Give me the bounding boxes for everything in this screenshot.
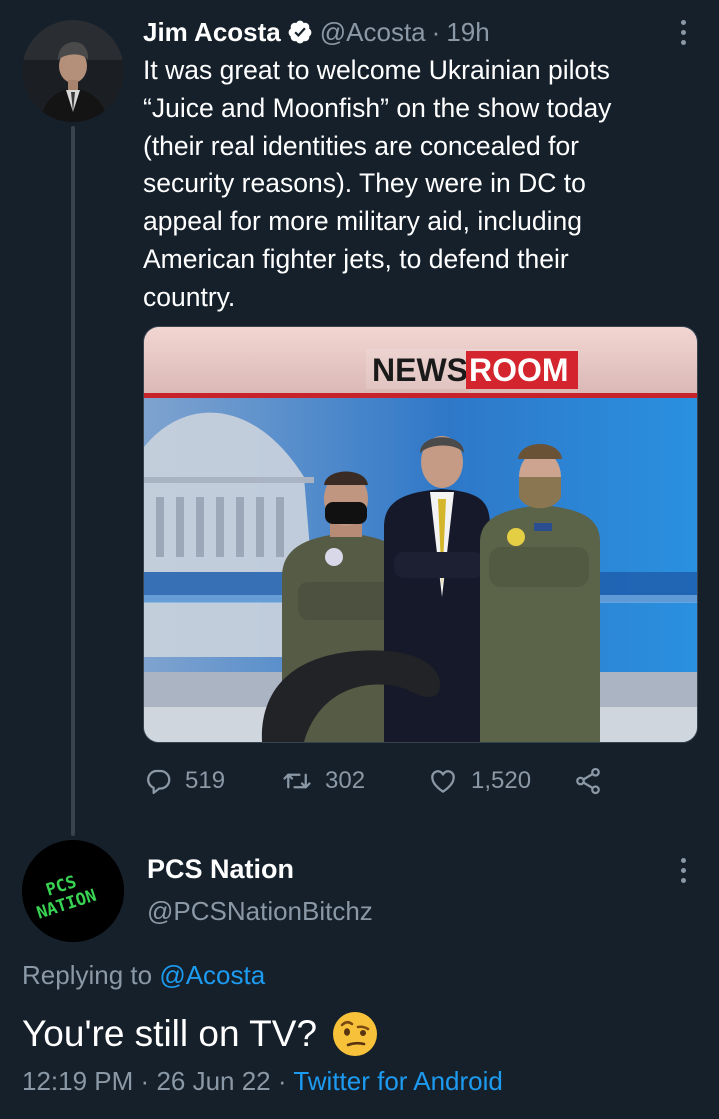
retweet-icon	[281, 766, 313, 796]
reply-more-vertical-icon[interactable]	[673, 852, 693, 888]
reply-count: 519	[185, 767, 226, 794]
tweet-meta: 12:19 PM · 26 Jun 22 · Twitter for Andro…	[22, 1066, 503, 1097]
tweet-text: It was great to welcome Ukrainian pilots…	[143, 55, 612, 312]
reply-time[interactable]: 12:19 PM	[22, 1066, 133, 1096]
meta-separator: ·	[277, 1066, 287, 1096]
share-icon	[573, 766, 603, 796]
retweet-button[interactable]: 302	[281, 766, 427, 796]
author-avatar[interactable]	[22, 20, 124, 122]
reply-text-content: You're still on TV?	[22, 1013, 318, 1054]
replying-prefix: Replying to	[22, 960, 153, 990]
sign-news-text: NEWS	[372, 352, 468, 388]
reply-date[interactable]: 26 Jun 22	[156, 1066, 270, 1096]
tweet-actions: 519 302 1,520	[143, 760, 623, 802]
retweet-count: 302	[325, 767, 366, 794]
reply-icon	[143, 766, 173, 796]
author-name[interactable]: Jim Acosta	[143, 17, 281, 48]
tweet-time[interactable]: 19h	[446, 17, 489, 48]
more-vertical-icon[interactable]	[673, 14, 693, 50]
tweet-header: Jim Acosta @Acosta · 19h	[143, 14, 490, 50]
author-avatar-image	[22, 20, 124, 122]
replying-to-line: Replying to @Acosta	[22, 960, 265, 991]
sign-room-text: ROOM	[469, 352, 569, 388]
reply-button[interactable]: 519	[143, 766, 281, 796]
reply-author-name[interactable]: PCS Nation	[147, 854, 294, 885]
like-button[interactable]: 1,520	[427, 766, 573, 796]
separator-dot: ·	[431, 16, 441, 47]
like-count: 1,520	[471, 767, 532, 794]
pcs-nation-logo: PCS NATION	[22, 840, 124, 942]
meta-separator: ·	[140, 1066, 150, 1096]
thread-line	[71, 126, 75, 836]
replying-to-mention[interactable]: @Acosta	[159, 960, 265, 990]
reply-author-handle[interactable]: @PCSNationBitchz	[147, 896, 373, 927]
tweet-source-link[interactable]: Twitter for Android	[293, 1066, 503, 1096]
tweet-photo[interactable]: NEWS ROOM	[143, 326, 698, 743]
reply-text: You're still on TV?	[22, 1007, 379, 1061]
newsroom-photo: NEWS ROOM	[144, 327, 697, 742]
heart-icon	[427, 766, 459, 796]
verified-badge-icon	[287, 19, 313, 45]
face-with-raised-eyebrow-emoji	[331, 1010, 379, 1058]
author-handle[interactable]: @Acosta	[320, 17, 426, 48]
share-button[interactable]	[573, 766, 603, 796]
reply-author-avatar[interactable]: PCS NATION	[22, 840, 124, 942]
